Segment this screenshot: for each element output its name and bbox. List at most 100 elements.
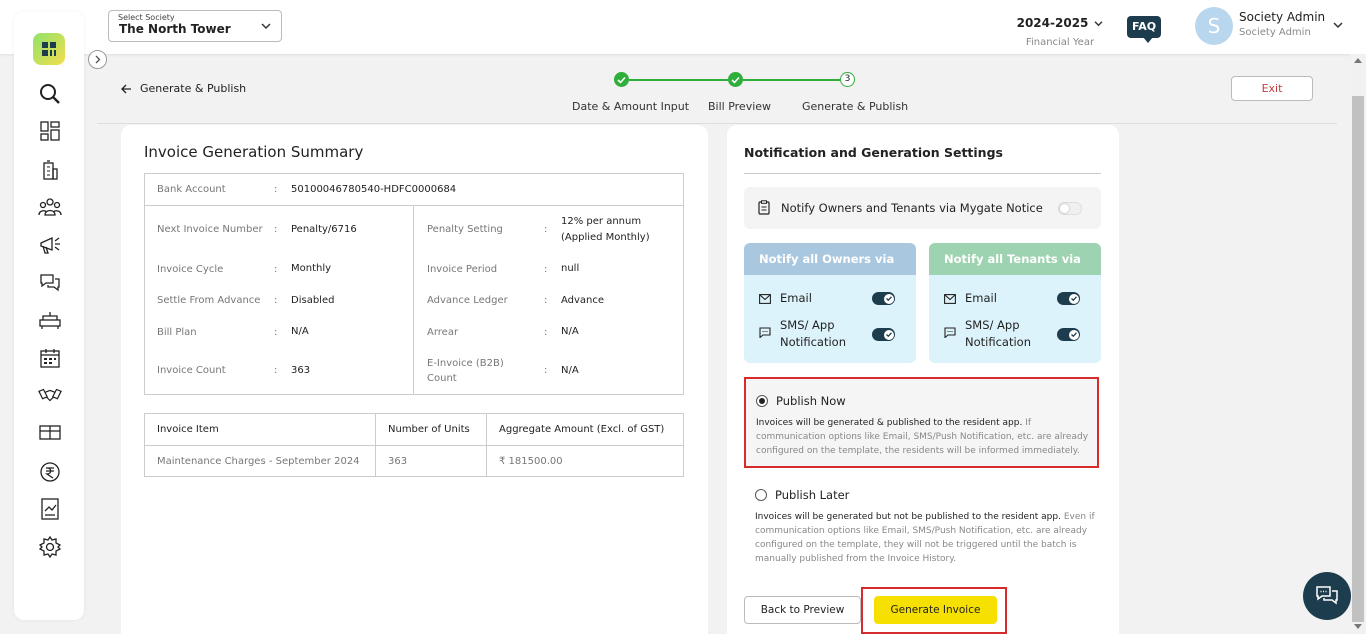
step-label: Generate & Publish xyxy=(802,100,909,113)
tenants-sms-label: SMS/ App xyxy=(965,318,1020,332)
app-logo[interactable] xyxy=(33,33,65,65)
financial-year-value: 2024-2025 xyxy=(1016,16,1089,30)
publish-now-description: Invoices will be generated & published t… xyxy=(756,416,1094,458)
sidebar-expand-button[interactable] xyxy=(88,50,107,69)
publish-now-title: Publish Now xyxy=(776,394,846,408)
rupee-icon[interactable] xyxy=(38,460,62,484)
user-info[interactable]: Society Admin Society Admin xyxy=(1239,10,1325,38)
divider xyxy=(744,173,1101,174)
page-scrollbar[interactable] xyxy=(1350,54,1366,634)
summary-value: Disabled xyxy=(291,295,335,306)
settings-card: Notification and Generation Settings Not… xyxy=(727,125,1119,634)
scroll-up-arrow-icon[interactable] xyxy=(1354,58,1362,63)
table-cell: Maintenance Charges - September 2024 xyxy=(157,456,360,467)
summary-value: 12% per annum xyxy=(561,216,642,227)
summary-label: Advance Ledger xyxy=(427,295,508,306)
tenants-email-toggle[interactable] xyxy=(1057,292,1080,305)
generate-invoice-button[interactable]: Generate Invoice xyxy=(874,596,997,624)
colon: : xyxy=(274,224,278,235)
summary-value: Monthly xyxy=(291,263,332,274)
scrollbar-thumb[interactable] xyxy=(1352,96,1364,622)
summary-label: Penalty Setting xyxy=(427,224,503,235)
colon: : xyxy=(544,327,548,338)
owners-sms-row: SMS/ App Notification xyxy=(759,317,846,351)
avatar[interactable]: S xyxy=(1195,7,1233,45)
clipboard-icon xyxy=(758,200,770,215)
building-icon[interactable] xyxy=(38,158,62,182)
notice-notify-label: Notify Owners and Tenants via Mygate Not… xyxy=(781,201,1043,215)
scroll-down-arrow-icon[interactable] xyxy=(1354,624,1362,629)
publish-later-radio[interactable] xyxy=(755,489,767,501)
owners-sms-label: Notification xyxy=(780,335,846,349)
notice-notify-toggle[interactable] xyxy=(1058,202,1082,215)
residents-icon[interactable] xyxy=(38,195,62,219)
publish-now-radio[interactable] xyxy=(756,395,768,407)
summary-value: 363 xyxy=(291,365,311,376)
step-connector xyxy=(743,79,840,81)
summary-value: Advance xyxy=(561,295,605,306)
bank-account-row: Bank Account : 50100046780540-HDFC000068… xyxy=(145,174,683,206)
mail-icon xyxy=(944,290,956,304)
summary-value: N/A xyxy=(561,326,579,337)
message-icon xyxy=(944,317,956,338)
owners-sms-toggle[interactable] xyxy=(872,328,895,341)
helpdesk-icon[interactable] xyxy=(38,270,62,294)
table-row: Maintenance Charges - September 2024 363… xyxy=(145,446,683,478)
owners-email-row: Email xyxy=(759,290,812,307)
dashboard-icon[interactable] xyxy=(38,119,62,143)
handshake-icon[interactable] xyxy=(38,383,62,407)
step-done-check-icon xyxy=(614,72,629,87)
colon: : xyxy=(544,365,548,376)
settings-icon[interactable] xyxy=(38,535,62,559)
publish-later-description: Invoices will be generated but not be pu… xyxy=(755,510,1095,566)
user-role: Society Admin xyxy=(1239,27,1311,38)
tenants-email-label: Email xyxy=(965,291,997,305)
table-header-cell: Invoice Item xyxy=(157,424,219,435)
financial-year-label: Financial Year xyxy=(1025,37,1095,48)
announcement-icon[interactable] xyxy=(38,232,62,256)
reports-icon[interactable] xyxy=(38,497,62,521)
summary-label: E-Invoice (B2B) xyxy=(427,358,504,369)
amenities-icon[interactable] xyxy=(38,308,62,332)
publish-later-title[interactable]: Publish Later xyxy=(775,488,849,502)
chat-support-button[interactable] xyxy=(1303,572,1351,620)
colon: : xyxy=(544,264,548,275)
sidebar xyxy=(14,12,107,620)
exit-button[interactable]: Exit xyxy=(1231,76,1313,101)
back-to-preview-button[interactable]: Back to Preview xyxy=(744,596,861,624)
calendar-icon[interactable] xyxy=(38,346,62,370)
summary-value: null xyxy=(561,263,580,274)
summary-label: Arrear xyxy=(427,327,459,338)
message-icon xyxy=(759,317,771,338)
colon: : xyxy=(274,184,278,195)
summary-label: Invoice Count xyxy=(157,365,226,376)
owners-email-toggle[interactable] xyxy=(872,292,895,305)
notice-notify-row: Notify Owners and Tenants via Mygate Not… xyxy=(744,187,1101,229)
step-connector xyxy=(629,79,728,81)
faq-button[interactable]: FAQ xyxy=(1127,16,1161,43)
publish-later-desc-main: Invoices will be generated but not be pu… xyxy=(755,512,1061,522)
owners-email-label: Email xyxy=(780,291,812,305)
back-link-label: Generate & Publish xyxy=(140,82,247,95)
tenants-channel-title: Notify all Tenants via xyxy=(929,243,1101,275)
back-link[interactable]: Generate & Publish xyxy=(121,82,246,95)
society-select[interactable]: Select Society The North Tower xyxy=(108,10,282,42)
owners-sms-label: SMS/ App xyxy=(780,318,835,332)
settings-title: Notification and Generation Settings xyxy=(744,145,1003,160)
financial-year-selector[interactable]: 2024-2025 Financial Year xyxy=(1010,12,1110,48)
publish-now-desc-main: Invoices will be generated & published t… xyxy=(756,418,1023,428)
step-label[interactable]: Date & Amount Input xyxy=(572,100,689,113)
invoice-summary-card: Invoice Generation Summary Bank Account … xyxy=(121,125,708,634)
arrow-left-icon xyxy=(121,84,132,94)
owners-channel-title: Notify all Owners via xyxy=(744,243,916,275)
inventory-icon[interactable] xyxy=(38,420,62,444)
search-icon[interactable] xyxy=(38,82,62,106)
step-label[interactable]: Bill Preview xyxy=(708,100,771,113)
summary-label: Bill Plan xyxy=(157,327,197,338)
summary-value: N/A xyxy=(291,326,309,337)
tenants-sms-toggle[interactable] xyxy=(1057,328,1080,341)
publish-now-option[interactable]: Publish Now Invoices will be generated &… xyxy=(744,377,1099,468)
summary-label: Invoice Period xyxy=(427,264,498,275)
summary-title: Invoice Generation Summary xyxy=(144,143,364,161)
chevron-down-icon[interactable] xyxy=(1333,21,1343,29)
